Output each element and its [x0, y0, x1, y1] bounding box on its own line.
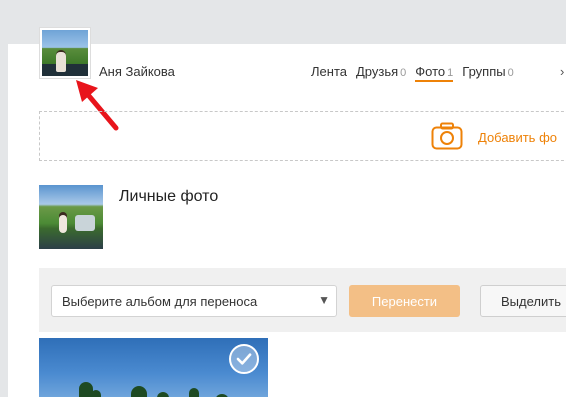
nav-item-friends[interactable]: Друзья 0	[356, 64, 406, 82]
profile-nav: Лента Друзья 0 Фото 1 Группы 0	[311, 64, 523, 82]
nav-item-groups[interactable]: Группы 0	[462, 64, 513, 82]
album-select-dropdown[interactable]: Выберите альбом для переноса ▼	[51, 285, 337, 317]
camera-icon[interactable]	[431, 122, 463, 150]
dropdown-caret-icon: ▼	[318, 293, 330, 307]
checkmark-icon[interactable]	[229, 344, 259, 374]
move-button[interactable]: Перенести	[349, 285, 460, 317]
nav-item-photos[interactable]: Фото 1	[415, 64, 454, 82]
profile-avatar[interactable]	[40, 28, 90, 78]
nav-item-label: Друзья	[355, 64, 399, 79]
select-all-button[interactable]: Выделить	[480, 285, 566, 317]
album-cover-image[interactable]	[39, 185, 103, 249]
nav-item-label: Фото	[415, 64, 446, 79]
nav-item-feed[interactable]: Лента	[311, 64, 347, 82]
nav-item-count: 0	[400, 67, 407, 79]
album-title: Личные фото	[119, 188, 219, 205]
nav-item-count: 1	[447, 67, 454, 79]
album-select-placeholder: Выберите альбом для переноса	[62, 294, 258, 309]
user-name[interactable]: Аня Зайкова	[99, 64, 175, 79]
add-photo-link[interactable]: Добавить фо	[478, 130, 557, 145]
nav-item-label: Группы	[462, 64, 506, 79]
chevron-right-icon[interactable]: ›	[560, 64, 564, 79]
nav-item-count: 0	[507, 67, 514, 79]
nav-item-label: Лента	[311, 64, 347, 79]
